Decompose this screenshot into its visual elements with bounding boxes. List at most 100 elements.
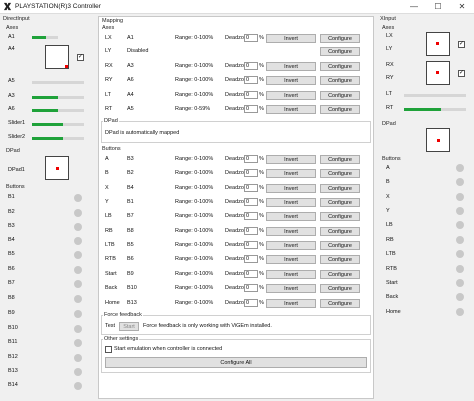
configure-button[interactable]: Configure xyxy=(320,47,360,56)
axis-source: Disabled xyxy=(127,48,149,54)
configure-button[interactable]: Configure xyxy=(320,184,360,193)
invert-button[interactable]: Invert xyxy=(266,255,316,264)
configure-button[interactable]: Configure xyxy=(320,198,360,207)
button-name: Y xyxy=(105,199,109,205)
ff-start-button[interactable]: Start xyxy=(119,322,139,331)
di-stick-checkbox[interactable]: ✓ xyxy=(77,54,84,61)
configure-button[interactable]: Configure xyxy=(320,284,360,293)
xi-right-stick-display xyxy=(426,61,450,85)
invert-button[interactable]: Invert xyxy=(266,299,316,308)
di-buttons-title: Buttons xyxy=(6,184,25,190)
di-axes-title: Axes xyxy=(6,25,19,31)
configure-button[interactable]: Configure xyxy=(320,155,360,164)
ff-info-text: Force feedback is only working with ViGE… xyxy=(143,323,272,329)
other-settings-title: Other settings xyxy=(103,336,140,342)
di-button-label: B11 xyxy=(8,339,18,345)
invert-button[interactable]: Invert xyxy=(266,198,316,207)
di-button-label: B9 xyxy=(8,310,15,316)
di-axis-label: A5 xyxy=(8,78,15,84)
configure-button[interactable]: Configure xyxy=(320,241,360,250)
configure-button[interactable]: Configure xyxy=(320,169,360,178)
axis-range: Range: 0-100% xyxy=(175,63,214,69)
deadzone-input[interactable]: 0 xyxy=(244,212,258,220)
invert-button[interactable]: Invert xyxy=(266,155,316,164)
percent-label: % xyxy=(259,242,264,248)
configure-button[interactable]: Configure xyxy=(320,299,360,308)
xi-button-indicator xyxy=(456,207,464,215)
button-range: Range: 0-100% xyxy=(175,228,214,234)
di-slider-fill xyxy=(32,137,64,140)
axis-name: LX xyxy=(105,35,112,41)
invert-button[interactable]: Invert xyxy=(266,169,316,178)
configure-button[interactable]: Configure xyxy=(320,91,360,100)
configure-button[interactable]: Configure xyxy=(320,227,360,236)
deadzone-input[interactable]: 0 xyxy=(244,169,258,177)
xi-dpad-dot xyxy=(437,139,440,142)
configure-all-button[interactable]: Configure All xyxy=(105,357,367,368)
configure-button[interactable]: Configure xyxy=(320,76,360,85)
button-name: X xyxy=(105,185,109,191)
deadzone-input[interactable]: 0 xyxy=(244,91,258,99)
deadzone-input[interactable]: 0 xyxy=(244,184,258,192)
axis-source: A3 xyxy=(127,63,134,69)
invert-button[interactable]: Invert xyxy=(266,34,316,43)
deadzone-input[interactable]: 0 xyxy=(244,62,258,70)
invert-button[interactable]: Invert xyxy=(266,91,316,100)
xi-right-stick-checkbox[interactable]: ✓ xyxy=(458,70,465,77)
deadzone-value: 0 xyxy=(246,228,250,234)
directinput-title: DirectInput xyxy=(3,16,30,22)
xi-buttons-title: Buttons xyxy=(382,156,401,162)
configure-button[interactable]: Configure xyxy=(320,212,360,221)
invert-button[interactable]: Invert xyxy=(266,105,316,114)
di-button-label: B4 xyxy=(8,237,15,243)
start-emulation-checkbox[interactable] xyxy=(105,346,112,353)
xi-button-indicator xyxy=(456,221,464,229)
deadzone-input[interactable]: 0 xyxy=(244,155,258,163)
invert-button[interactable]: Invert xyxy=(266,184,316,193)
deadzone-input[interactable]: 0 xyxy=(244,241,258,249)
di-buttons-scrollbar[interactable] xyxy=(90,184,94,397)
invert-button[interactable]: Invert xyxy=(266,76,316,85)
configure-button[interactable]: Configure xyxy=(320,255,360,264)
deadzone-value: 0 xyxy=(246,185,250,191)
percent-label: % xyxy=(259,213,264,219)
button-source: B2 xyxy=(127,170,134,176)
deadzone-input[interactable]: 0 xyxy=(244,76,258,84)
configure-button[interactable]: Configure xyxy=(320,62,360,71)
invert-button[interactable]: Invert xyxy=(266,62,316,71)
deadzone-input[interactable]: 0 xyxy=(244,299,258,307)
force-feedback-title: Force feedback xyxy=(103,312,143,318)
button-source: B8 xyxy=(127,228,134,234)
invert-button[interactable]: Invert xyxy=(266,284,316,293)
axis-name: RX xyxy=(105,63,113,69)
deadzone-input[interactable]: 0 xyxy=(244,255,258,263)
di-axis-label: A6 xyxy=(8,106,15,112)
deadzone-input[interactable]: 0 xyxy=(244,34,258,42)
invert-button[interactable]: Invert xyxy=(266,212,316,221)
deadzone-input[interactable]: 0 xyxy=(244,284,258,292)
percent-label: % xyxy=(259,199,264,205)
xi-left-stick-checkbox[interactable]: ✓ xyxy=(458,41,465,48)
percent-label: % xyxy=(259,106,264,112)
deadzone-input[interactable]: 0 xyxy=(244,270,258,278)
xi-rt-bar xyxy=(404,108,466,111)
deadzone-input[interactable]: 0 xyxy=(244,198,258,206)
button-range: Range: 0-100% xyxy=(175,199,214,205)
configure-button[interactable]: Configure xyxy=(320,270,360,279)
invert-button[interactable]: Invert xyxy=(266,241,316,250)
minimize-button[interactable]: — xyxy=(402,0,426,13)
app-icon xyxy=(3,2,12,11)
button-name: LTB xyxy=(105,242,115,248)
di-button-indicator xyxy=(74,310,82,318)
di-axis-label: A1 xyxy=(8,34,15,40)
deadzone-input[interactable]: 0 xyxy=(244,105,258,113)
invert-button[interactable]: Invert xyxy=(266,227,316,236)
close-button[interactable]: ✕ xyxy=(450,0,474,13)
configure-button[interactable]: Configure xyxy=(320,34,360,43)
maximize-button[interactable]: ☐ xyxy=(426,0,450,13)
deadzone-input[interactable]: 0 xyxy=(244,227,258,235)
configure-button[interactable]: Configure xyxy=(320,105,360,114)
di-button-label: B6 xyxy=(8,266,15,272)
invert-button[interactable]: Invert xyxy=(266,270,316,279)
di-slider-bar xyxy=(32,123,84,126)
